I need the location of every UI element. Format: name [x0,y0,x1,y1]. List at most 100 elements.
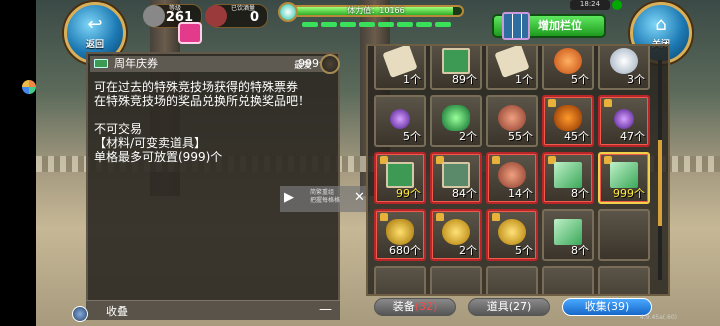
level-icon [143,5,165,27]
lock-icon [492,156,500,164]
slot-quantity: 8个 [571,244,589,257]
stamina-orb-icon [278,2,298,22]
collapse-bar[interactable]: 收叠 — [86,300,340,320]
stamina-bar: 体力值：10166 [278,2,466,30]
inventory-slot[interactable]: 3个 [598,46,650,90]
slot-quantity: 99个 [396,187,421,200]
ad-line: 简繁重组 [310,189,335,196]
inventory-slot[interactable]: 2个 [430,209,482,261]
slot-quantity: 2个 [459,130,477,143]
inventory-panel: 1个 89个 1个 5个 3个 5个 2个 55个 45个 47个 99个 84个 14个 8个 999个 6… [366,44,670,296]
inventory-slot[interactable]: 5个 [374,95,426,147]
slot-quantity: 84个 [452,187,477,200]
assistant-bubble-icon[interactable] [22,80,36,94]
lock-icon [436,213,444,221]
tab-label: 收集 [584,300,607,313]
inventory-slot[interactable] [430,266,482,294]
minus-icon: — [319,302,332,317]
tab-label: 装备 [392,300,415,313]
inventory-slot[interactable]: 5个 [542,46,594,90]
slot-quantity: 45个 [564,130,589,143]
inventory-grid: 1个 89个 1个 5个 3个 5个 2个 55个 45个 47个 99个 84个 14个 8个 999个 6… [374,46,650,294]
drink-counter: 已饮酒量 0 [205,4,268,28]
item-name: 周年庆券 [114,57,158,70]
inventory-slot[interactable]: 1个 [374,46,426,90]
favorite-toggle[interactable] [320,54,340,74]
tab-count: (32) [414,300,438,313]
tab-count: (39) [606,300,630,313]
scroll-thumb[interactable] [658,140,662,226]
ticket-icon [94,59,108,68]
inventory-slot[interactable]: 14个 [486,152,538,204]
inventory-slot[interactable]: 47个 [598,95,650,147]
inventory-slot[interactable]: 999个 [598,152,650,204]
slot-quantity: 1个 [403,73,421,86]
tab-collection[interactable]: 收集(39) [562,298,652,316]
note-line: 不可交易 [94,122,143,136]
inventory-slot[interactable]: 8个 [542,209,594,261]
slot-quantity: 2个 [459,244,477,257]
battery-icon [612,0,622,10]
inventory-slot[interactable] [542,266,594,294]
play-icon[interactable]: ▶ [284,190,294,205]
inventory-slot[interactable]: 8个 [542,152,594,204]
inventory-slot[interactable] [374,266,426,294]
drink-value: 0 [249,10,259,25]
slot-quantity: 14个 [508,187,533,200]
inventory-slot[interactable]: 84个 [430,152,482,204]
slot-quantity: 8个 [571,187,589,200]
inventory-slot[interactable] [486,266,538,294]
tab-count: (27) [508,300,532,313]
slot-quantity: 999个 [613,187,645,200]
inventory-slot[interactable]: 45个 [542,95,594,147]
favorite-label: 最爱 [294,61,313,71]
inventory-slot[interactable]: 2个 [430,95,482,147]
back-label: 返回 [85,40,104,50]
inventory-slot[interactable]: 89个 [430,46,482,90]
lock-icon [492,213,500,221]
gift-icon[interactable] [178,22,202,44]
add-slot-label: 增加栏位 [538,19,582,32]
version-text: 4.9.45a(.60) [640,314,677,321]
inventory-slot[interactable]: 55个 [486,95,538,147]
collapse-label: 收叠 [106,305,128,318]
description-line: 可在过去的特殊竞技场获得的特殊票券 [94,80,299,94]
slot-quantity: 5个 [403,130,421,143]
slot-quantity: 680个 [389,244,421,257]
purple-orb-icon [614,109,634,129]
inventory-slot[interactable]: 1个 [486,46,538,90]
back-arrow-icon: ↩ [87,14,103,35]
refresh-icon[interactable] [72,306,88,322]
slot-quantity: 5个 [571,73,589,86]
slot-quantity: 47个 [620,130,645,143]
add-slot-button[interactable]: 增加栏位 [492,12,606,40]
grid-icon [502,12,530,40]
lock-icon [380,213,388,221]
tab-items[interactable]: 道具(27) [468,298,550,316]
inventory-scrollbar[interactable] [658,60,662,280]
note-line: 单格最多可放置(999)个 [94,150,223,164]
ad-text: 简繁重组 把握每格格 [310,189,340,205]
ad-line: 把握每格格 [310,197,341,204]
inventory-slot[interactable]: 680个 [374,209,426,261]
stamina-text: 体力值：10166 [347,6,405,15]
tab-label: 道具 [486,300,509,313]
close-ad-icon[interactable]: ✕ [354,190,365,205]
home-icon: ⌂ [655,14,667,35]
ad-overlay[interactable]: ▶ 简繁重组 把握每格格 ✕ [280,186,370,212]
description-line: 在特殊竞技场的奖品兑换所兑换奖品吧！ [94,94,311,108]
slot-quantity: 5个 [515,244,533,257]
slot-quantity: 3个 [627,73,645,86]
inventory-slot[interactable]: 5个 [486,209,538,261]
lock-icon [548,99,556,107]
tab-equipment[interactable]: 装备(32) [374,298,456,316]
item-description: 可在过去的特殊竞技场获得的特殊票券 在特殊竞技场的奖品兑换所兑换奖品吧！ 不可交… [94,80,338,164]
inventory-slot[interactable] [598,209,650,261]
purple-orb-icon [390,109,410,129]
drink-icon [205,5,227,27]
inventory-slot[interactable] [598,266,650,294]
inventory-slot[interactable]: 99个 [374,152,426,204]
stamina-segments [302,22,451,27]
slot-quantity: 1个 [515,73,533,86]
lock-icon [604,99,612,107]
